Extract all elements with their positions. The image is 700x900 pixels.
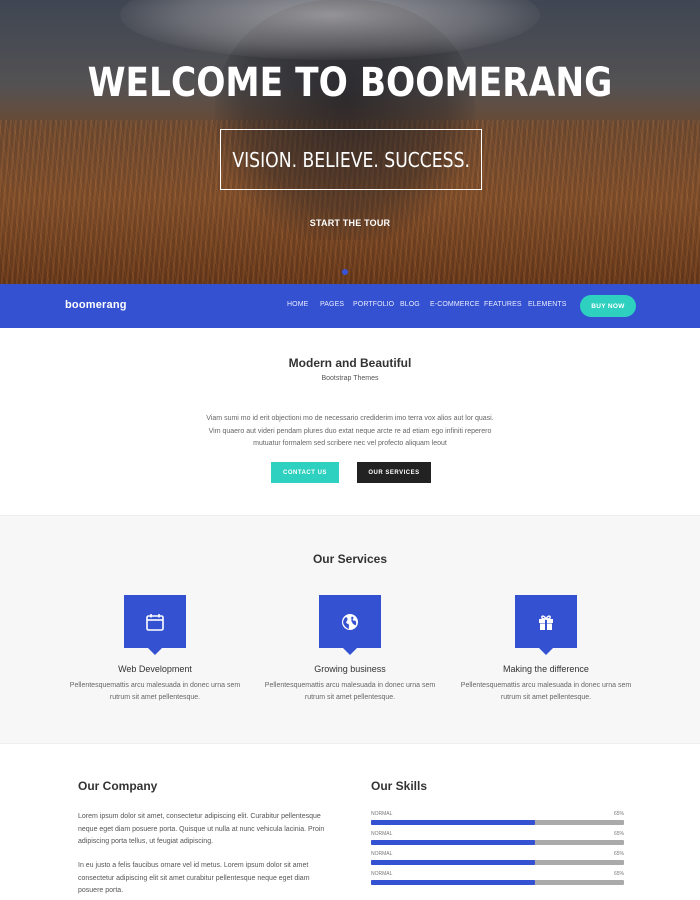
hero-tagline: VISION. BELIEVE. SUCCESS. [232,147,470,172]
service-card-web-development: Web Development Pellentesquemattis arcu … [65,595,245,704]
logo[interactable]: boomerang [65,299,127,311]
hero-section: WELCOME TO BOOMERANG VISION. BELIEVE. SU… [0,0,700,284]
skill-fill [371,840,536,845]
skill-bar: NORMAL 65% [371,871,624,891]
hero-title: WELCOME TO BOOMERANG [87,60,613,106]
intro-title: Modern and Beautiful [288,356,412,370]
service-name: Growing business [314,664,386,674]
service-description: Pellentesquemattis arcu malesuada in don… [264,682,436,701]
skill-track [371,860,624,865]
service-card-growing-business: Growing business Pellentesquemattis arcu… [260,595,440,704]
hero-tagline-box: VISION. BELIEVE. SUCCESS. [220,129,482,190]
company-title: Our Company [78,779,158,793]
hero-background-smoke [120,0,540,60]
skill-fill [371,820,536,825]
nav-item-blog[interactable]: BLOG [400,301,430,308]
start-tour-link[interactable]: START THE TOUR [0,218,700,228]
skill-bar: NORMAL 65% [371,851,624,871]
skill-percent: 65% [613,811,624,817]
intro-subtitle: Bootstrap Themes [321,375,379,382]
service-icon-box [319,595,381,655]
service-description: Pellentesquemattis arcu malesuada in don… [460,682,632,701]
services-title: Our Services [312,552,388,566]
service-name: Making the difference [503,664,589,674]
skill-track [371,880,624,885]
service-icon-box [124,595,186,655]
calendar-icon [146,613,164,631]
service-description: Pellentesquemattis arcu malesuada in don… [69,682,241,701]
skill-bar: NORMAL 65% [371,831,624,851]
skill-track [371,820,624,825]
skill-label: NORMAL [371,871,393,877]
contact-us-button[interactable]: CONTACT US [271,462,339,483]
nav-item-ecommerce[interactable]: E-COMMERCE [430,301,484,308]
nav-item-features[interactable]: FEATURES [484,301,528,308]
service-icon-box [515,595,577,655]
slider-dot[interactable] [342,269,348,275]
gift-icon [539,614,553,630]
services-section: Our Services Web Development Pellentesqu… [0,515,700,744]
nav-item-portfolio[interactable]: PORTFOLIO [353,301,400,308]
service-name: Web Development [118,664,192,674]
company-paragraph: Lorem ipsum dolor sit amet, consectetur … [78,813,325,845]
skill-percent: 65% [613,871,624,877]
company-paragraph: In eu justo a felis faucibus ornare vel … [78,862,310,894]
our-services-button[interactable]: OUR SERVICES [357,462,431,483]
skill-label: NORMAL [371,851,393,857]
globe-icon [342,613,358,630]
navbar: boomerang HOME PAGES PORTFOLIO BLOG E-CO… [0,284,700,328]
skill-percent: 65% [613,831,624,837]
nav-item-pages[interactable]: PAGES [320,301,353,308]
nav-item-home[interactable]: HOME [287,301,320,308]
skill-bar: NORMAL 65% [371,811,624,831]
skill-label: NORMAL [371,811,393,817]
nav-item-elements[interactable]: ELEMENTS [528,301,568,308]
buy-now-button[interactable]: BUY NOW [580,295,636,317]
skill-track [371,840,624,845]
skill-fill [371,860,536,865]
service-card-making-difference: Making the difference Pellentesquemattis… [456,595,636,704]
skills-title: Our Skills [371,779,428,793]
skill-label: NORMAL [371,831,393,837]
intro-text: Viam sumi mo id erit objectioni mo de ne… [206,415,494,447]
skill-percent: 65% [613,851,624,857]
skill-fill [371,880,536,885]
nav-menu: HOME PAGES PORTFOLIO BLOG E-COMMERCE FEA… [287,301,568,308]
